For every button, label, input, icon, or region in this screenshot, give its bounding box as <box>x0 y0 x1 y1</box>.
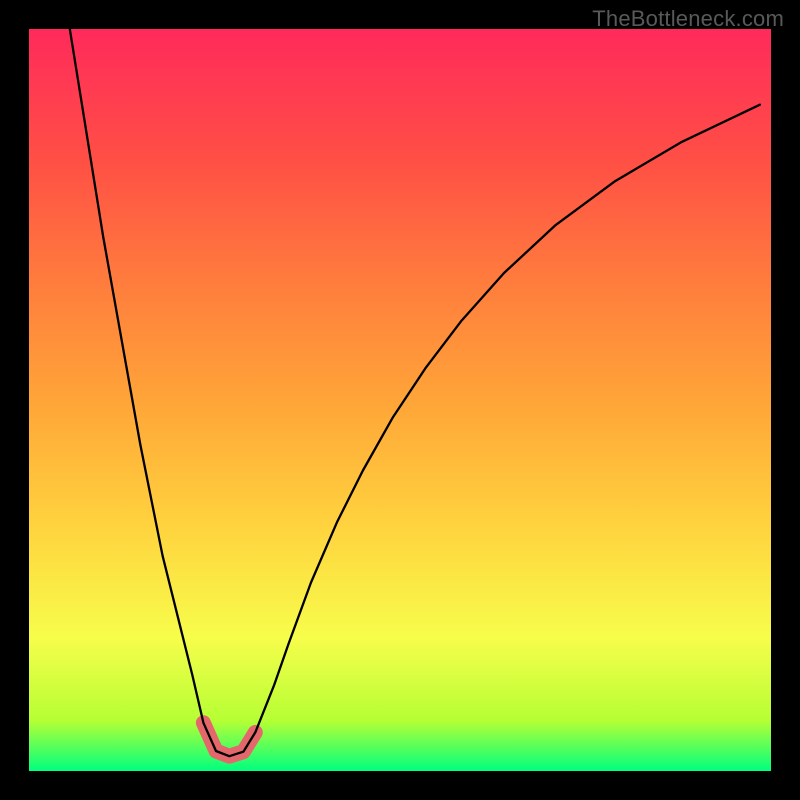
watermark-label: TheBottleneck.com <box>592 6 784 32</box>
chart-curve <box>29 29 771 771</box>
chart-plot-area <box>29 29 771 771</box>
chart-main-curve <box>70 29 760 756</box>
